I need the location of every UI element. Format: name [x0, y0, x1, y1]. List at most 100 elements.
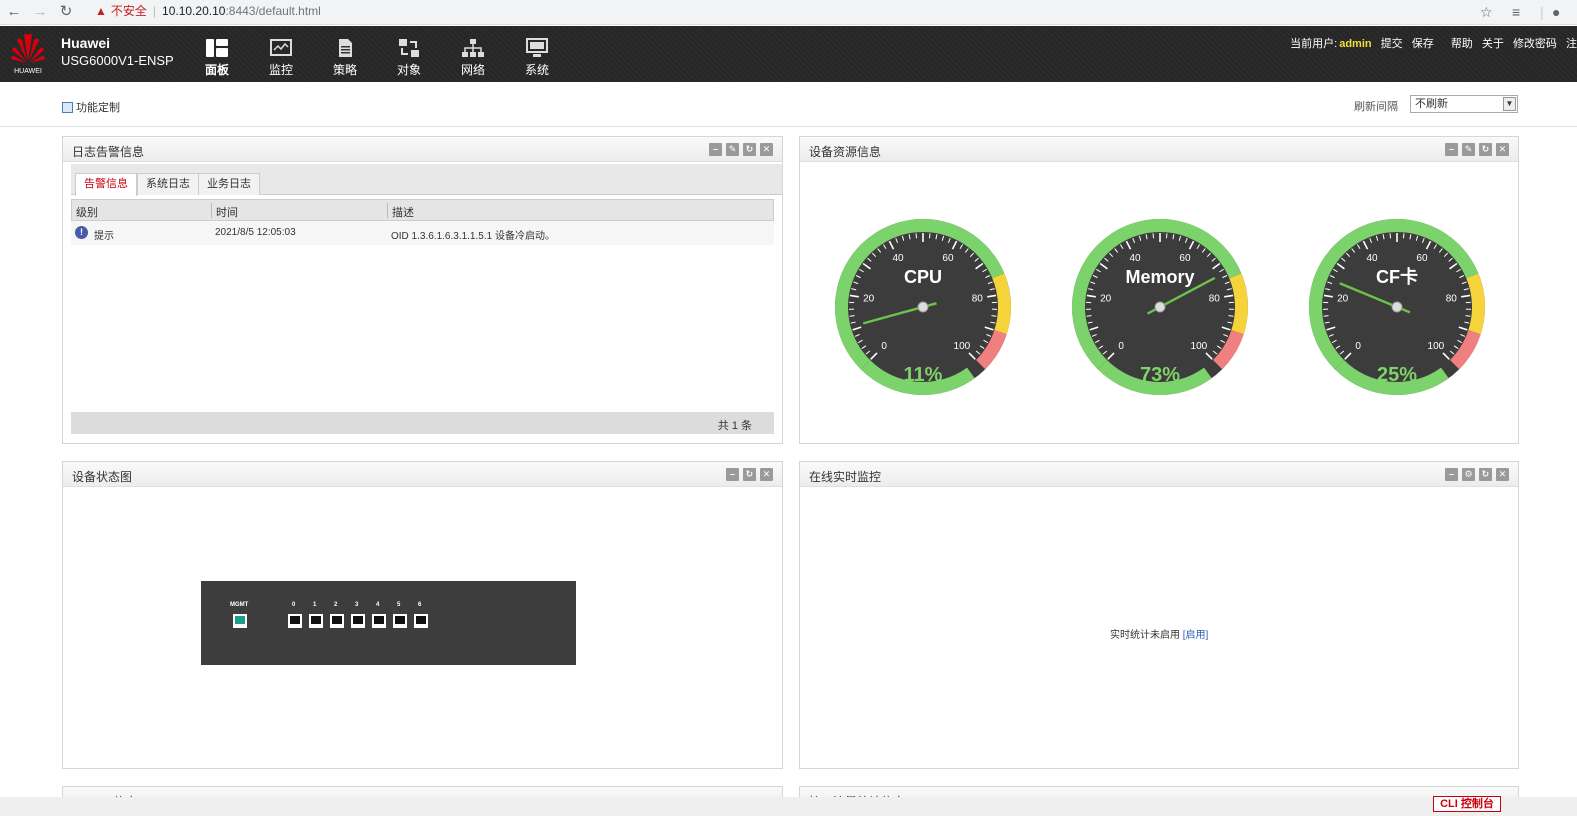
ethernet-port[interactable]	[414, 614, 428, 628]
nav-label: 面板	[204, 63, 229, 77]
current-user-label: 当前用户:	[1290, 38, 1338, 50]
device-model: USG6000V1-ENSP	[61, 53, 174, 68]
help-link[interactable]: 帮助	[1451, 38, 1473, 50]
cf-card-gauge: 0 20 40 60 80 100 CF卡 25%	[1309, 218, 1485, 395]
customize-icon	[62, 102, 73, 113]
gauge-tick-label: 60	[1416, 253, 1428, 264]
gauge-tick-label: 0	[1355, 341, 1361, 352]
logout-link[interactable]: 注	[1566, 38, 1577, 50]
reading-list-icon[interactable]: ≡	[1512, 2, 1520, 22]
save-link[interactable]: 保存	[1412, 38, 1434, 50]
change-password-link[interactable]: 修改密码	[1513, 38, 1557, 50]
record-count: 共 1 条	[717, 420, 752, 432]
reload-icon[interactable]: ↻	[56, 2, 76, 22]
gauge-tick-label: 100	[1191, 341, 1208, 352]
log-alarm-panel: 日志告警信息 – ✎ ↻ ✕ 告警信息 系统日志 业务日志 级别 时间 描述 ! 提示…	[62, 136, 783, 444]
enable-link[interactable]: [启用]	[1183, 630, 1209, 641]
settings-icon[interactable]: ⚙	[1462, 468, 1475, 481]
nav-dashboard[interactable]: 面板	[193, 38, 241, 78]
gauge-tick	[1465, 315, 1471, 317]
close-icon[interactable]: ✕	[1496, 143, 1509, 156]
minimize-icon[interactable]: –	[1445, 143, 1458, 156]
dashboard-toolbar: 功能定制 刷新间隔 不刷新 ▼	[0, 82, 1577, 127]
refresh-icon[interactable]: ↻	[1479, 468, 1492, 481]
cpu-gauge: 0 20 40 60 80 100 CPU 11%	[835, 218, 1011, 395]
ethernet-port[interactable]	[393, 614, 407, 628]
ethernet-port[interactable]	[351, 614, 365, 628]
ethernet-port[interactable]	[288, 614, 302, 628]
refresh-icon[interactable]: ↻	[743, 468, 756, 481]
dashboard-icon	[193, 38, 241, 60]
ethernet-port[interactable]	[372, 614, 386, 628]
forward-icon[interactable]: →	[30, 2, 50, 22]
gauge-tick-label: 20	[1100, 293, 1112, 304]
gauge-name: CF卡	[1376, 266, 1418, 287]
gauge-tick-label: 0	[1118, 341, 1124, 352]
minimize-icon[interactable]: –	[726, 468, 739, 481]
url-host: 10.10.20.10	[162, 4, 226, 18]
gauge-tick-label: 80	[1209, 293, 1221, 304]
browser-bar: ← → ↻ ▲ 不安全 | 10.10.20.10:8443/default.html…	[0, 0, 1577, 25]
bookmark-star-icon[interactable]: ☆	[1480, 2, 1493, 22]
edit-icon[interactable]: ✎	[1462, 143, 1475, 156]
profile-icon[interactable]: ●	[1552, 2, 1560, 22]
gauge-tick-label: 100	[954, 341, 971, 352]
col-desc[interactable]: 描述	[392, 204, 414, 220]
back-icon[interactable]: ←	[4, 2, 24, 22]
refresh-icon[interactable]: ↻	[743, 143, 756, 156]
url-separator: |	[152, 4, 157, 18]
ethernet-port[interactable]	[309, 614, 323, 628]
about-link[interactable]: 关于	[1482, 38, 1504, 50]
gauge-tick-label: 60	[1179, 253, 1191, 264]
memory-gauge: 0 20 40 60 80 100 Memory 73%	[1072, 218, 1248, 395]
col-level[interactable]: 级别	[76, 204, 98, 220]
customize-link[interactable]: 功能定制	[62, 99, 120, 115]
close-icon[interactable]: ✕	[1496, 468, 1509, 481]
customize-label: 功能定制	[76, 102, 120, 114]
nav-system[interactable]: 系统	[513, 38, 561, 78]
edit-icon[interactable]: ✎	[726, 143, 739, 156]
cli-console-button[interactable]: CLI 控制台	[1433, 796, 1501, 812]
gauge-hub	[1154, 301, 1166, 313]
nav-policy[interactable]: 策略	[321, 38, 369, 78]
address-bar[interactable]: ▲ 不安全 | 10.10.20.10:8443/default.html	[88, 1, 1508, 22]
bottom-strip	[0, 797, 1577, 816]
gauge-tick-label: 100	[1428, 341, 1445, 352]
refresh-interval-select[interactable]: 不刷新 ▼	[1410, 95, 1518, 113]
minimize-icon[interactable]: –	[1445, 468, 1458, 481]
gauge-tick-label: 60	[942, 253, 954, 264]
minimize-icon[interactable]: –	[709, 143, 722, 156]
gauge-value: 73%	[1140, 364, 1180, 386]
close-icon[interactable]: ✕	[760, 468, 773, 481]
nav-network[interactable]: 网络	[449, 38, 497, 78]
gauge-value: 11%	[904, 364, 943, 386]
mgmt-port[interactable]	[233, 614, 247, 628]
header-user-menu: 当前用户: admin 提交 保存 帮助 关于 修改密码 注	[1284, 35, 1577, 51]
port-label: 5	[397, 602, 401, 608]
ethernet-port[interactable]	[330, 614, 344, 628]
tab-system-log[interactable]: 系统日志	[137, 173, 199, 195]
panel-title: 设备资源信息	[809, 145, 882, 159]
warning-icon: ▲	[95, 4, 107, 18]
table-row[interactable]: ! 提示 2021/8/5 12:05:03 OID 1.3.6.1.6.3.1…	[71, 221, 774, 245]
realtime-message: 实时统计未启用	[1110, 630, 1180, 641]
monitor-icon	[257, 38, 305, 60]
logo-text: HUAWEI	[14, 68, 42, 75]
divider: |	[1540, 4, 1544, 20]
nav-label: 对象	[396, 63, 421, 77]
refresh-icon[interactable]: ↻	[1479, 143, 1492, 156]
nav-label: 网络	[460, 63, 485, 77]
nav-object[interactable]: 对象	[385, 38, 433, 78]
gauge-name: Memory	[1125, 267, 1194, 287]
gauge-tick-label: 0	[881, 341, 887, 352]
col-time[interactable]: 时间	[216, 204, 238, 220]
port-label: 2	[334, 602, 338, 608]
submit-link[interactable]: 提交	[1381, 38, 1403, 50]
tab-business-log[interactable]: 业务日志	[198, 173, 260, 195]
realtime-status: 实时统计未启用 [启用]	[1110, 626, 1208, 641]
nav-monitor[interactable]: 监控	[257, 38, 305, 78]
chevron-down-icon: ▼	[1503, 97, 1516, 111]
close-icon[interactable]: ✕	[760, 143, 773, 156]
tab-alarm[interactable]: 告警信息	[75, 173, 137, 196]
nav-label: 监控	[268, 63, 293, 77]
